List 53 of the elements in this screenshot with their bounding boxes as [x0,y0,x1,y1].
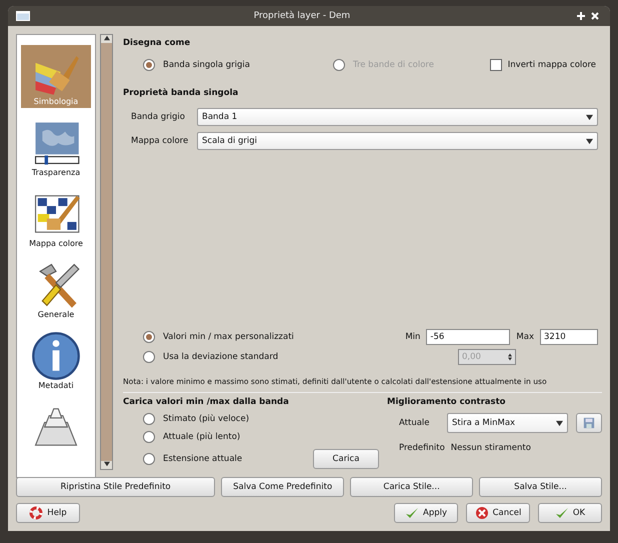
sidebar-item[interactable]: Metadati [21,329,91,392]
section-heading: Carica valori min /max dalla banda [123,397,290,407]
spin-up-icon [508,353,512,357]
scroll-up-icon [104,35,110,41]
section-heading: Proprietà banda singola [123,88,240,98]
style-button[interactable]: Salva Stile... [479,477,602,497]
dropdown[interactable]: Stira a MinMax [447,413,568,433]
min-field[interactable]: -56 [426,329,510,345]
field-label: Predefinito [399,443,445,453]
checkmark-icon [554,506,569,520]
cancel-icon [474,506,489,520]
invert-checkbox[interactable]: Inverti mappa colore [490,59,602,71]
radio-option[interactable]: Banda singola grigia [123,59,313,71]
scroll-down-icon [104,461,110,467]
section-heading: Miglioramento contrasto [387,397,506,407]
radio-option[interactable]: Valori min / max personalizzati [123,331,406,343]
window-icon [16,11,30,21]
floppy-icon [583,416,595,430]
spin-down-icon [508,357,512,361]
dropdown-arrow-icon [586,114,593,120]
dropdown[interactable]: Banda 1 [197,108,598,126]
style-button[interactable]: Carica Stile... [350,477,474,497]
radio-option[interactable]: Attuale (più lento) [123,431,240,443]
apply-button[interactable]: Apply [394,503,458,523]
save-button[interactable] [576,413,602,433]
maximize-icon[interactable] [574,11,588,21]
field-label: Banda grigio [130,112,186,122]
style-button[interactable]: Ripristina Stile Predefinito [16,477,216,497]
style-button[interactable]: Salva Come Predefinito [221,477,344,497]
load-button[interactable]: Carica [313,449,379,469]
lifebuoy-icon [29,506,44,520]
section-heading: Disegna come [123,38,192,48]
field-value: Nessun stiramento [450,443,531,453]
help-button[interactable]: Help [16,503,80,523]
cancel-button[interactable]: Cancel [466,503,530,523]
radio-option[interactable]: Estensione attuale [123,453,242,465]
min-label: Min [405,332,420,342]
window-title: Proprietà layer - Dem [252,11,352,21]
dropdown[interactable]: Scala di grigi [197,132,598,150]
checkmark-icon [405,506,419,520]
scrollbar[interactable] [100,34,113,470]
max-label: Max [516,332,534,342]
sidebar-item[interactable]: Mappa colore [21,187,91,250]
radio-option[interactable]: Stimato (più veloce) [123,413,250,425]
field-label: Attuale [399,418,431,428]
ok-button[interactable]: OK [538,503,602,523]
dropdown-arrow-icon [556,420,563,426]
dropdown-arrow-icon [586,138,593,144]
radio-option[interactable]: Usa la deviazione standard [123,351,458,363]
sidebar-item[interactable]: Generale [21,258,91,321]
field-label: Mappa colore [130,136,190,146]
max-field[interactable]: 3210 [540,329,598,345]
sidebar-item[interactable]: Trasparenza [21,116,91,179]
